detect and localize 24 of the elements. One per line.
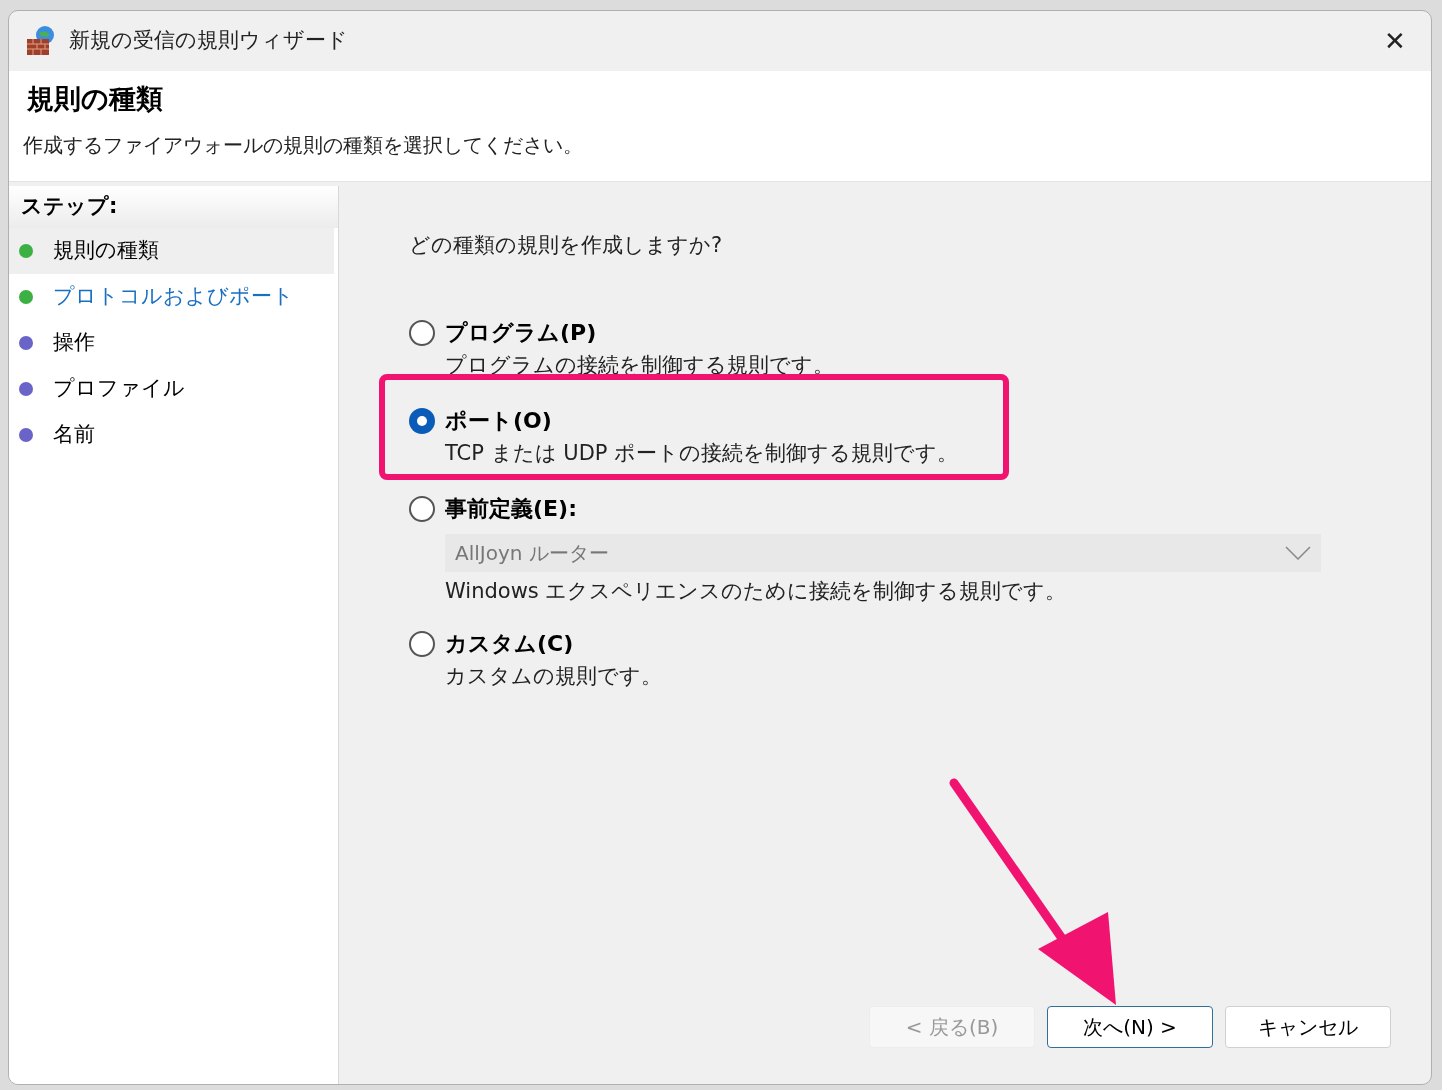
option-label[interactable]: 事前定義(E): [445,495,1321,522]
chevron-down-icon [1285,545,1311,560]
wizard-button[interactable]: キャンセル [1225,1006,1391,1048]
step-item[interactable]: 操作 [9,320,334,366]
radio-button[interactable] [409,495,435,522]
option-description: TCP または UDP ポートの接続を制御する規則です。 [445,439,960,467]
radio-button[interactable] [409,407,435,434]
option-description: Windows エクスペリエンスのために接続を制御する規則です。 [445,577,1068,605]
step-item[interactable]: 規則の種類 [9,228,334,274]
step-item[interactable]: 名前 [9,412,334,458]
radio-button[interactable] [409,319,435,346]
page-description: 作成するファイアウォールの規則の種類を選択してください。 [23,131,584,159]
firewall-icon [25,25,57,57]
step-item[interactable]: プロファイル [9,366,334,412]
question-text: どの種類の規則を作成しますか? [409,232,724,259]
option-label[interactable]: プログラム(P) [445,319,1321,346]
window-title: 新規の受信の規則ウィザード [69,27,348,55]
step-item[interactable]: プロトコルおよびポート [9,274,334,320]
option-label[interactable]: カスタム(C) [445,631,1321,657]
option-label[interactable]: ポート(O) [445,407,1321,434]
option-description: カスタムの規則です。 [445,663,663,690]
radio-button[interactable] [409,631,435,657]
close-button[interactable]: ✕ [1375,21,1415,61]
page-title: 規則の種類 [27,82,164,116]
